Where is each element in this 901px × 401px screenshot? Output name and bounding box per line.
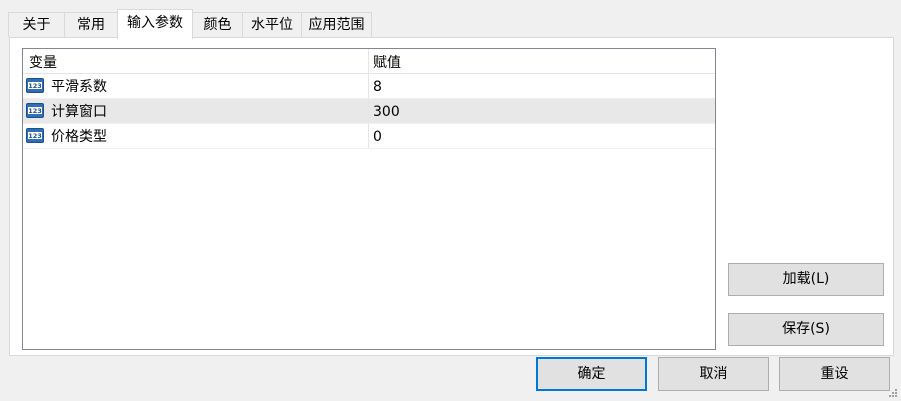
numeric-123-icon: 123: [26, 78, 44, 93]
cancel-button[interactable]: 取消: [658, 357, 769, 391]
column-header-variable[interactable]: 变量: [23, 49, 369, 73]
tab-colors[interactable]: 颜色: [192, 12, 243, 37]
tab-common[interactable]: 常用: [64, 12, 118, 37]
numeric-123-icon: 123: [26, 128, 44, 143]
tab-visualization[interactable]: 应用范围: [301, 12, 372, 37]
table-row[interactable]: 123 计算窗口 300: [23, 99, 715, 124]
tab-panel-inputs: 变量 赋值 123 平滑系数 8 123 计算窗口 300 123 价格类型 0…: [9, 37, 894, 356]
parameter-name-cell[interactable]: 123 平滑系数: [23, 74, 369, 98]
save-button[interactable]: 保存(S): [728, 313, 884, 346]
parameter-name-cell[interactable]: 123 价格类型: [23, 124, 369, 148]
numeric-123-icon: 123: [26, 103, 44, 118]
parameter-name: 平滑系数: [51, 79, 107, 95]
table-row[interactable]: 123 平滑系数 8: [23, 74, 715, 99]
tab-about[interactable]: 关于: [8, 12, 65, 37]
parameter-value-cell[interactable]: 300: [369, 99, 715, 123]
svg-text:123: 123: [28, 82, 42, 90]
parameter-name: 计算窗口: [51, 104, 107, 120]
svg-text:123: 123: [28, 132, 42, 140]
tab-levels[interactable]: 水平位: [242, 12, 302, 37]
parameter-name-cell[interactable]: 123 计算窗口: [23, 99, 369, 123]
parameters-grid: 变量 赋值 123 平滑系数 8 123 计算窗口 300 123 价格类型 0: [22, 48, 716, 350]
table-row[interactable]: 123 价格类型 0: [23, 124, 715, 149]
grid-header: 变量 赋值: [23, 49, 715, 74]
tab-inputs[interactable]: 输入参数: [117, 9, 193, 39]
parameter-value-cell[interactable]: 8: [369, 74, 715, 98]
svg-text:123: 123: [28, 107, 42, 115]
load-button[interactable]: 加载(L): [728, 263, 884, 296]
parameter-name: 价格类型: [51, 129, 107, 145]
tab-strip: 关于 常用 输入参数 颜色 水平位 应用范围: [8, 9, 901, 39]
resize-grip-icon[interactable]: [886, 386, 898, 398]
reset-button[interactable]: 重设: [779, 357, 890, 391]
ok-button[interactable]: 确定: [536, 357, 647, 391]
parameter-value-cell[interactable]: 0: [369, 124, 715, 148]
column-header-value[interactable]: 赋值: [369, 49, 715, 73]
